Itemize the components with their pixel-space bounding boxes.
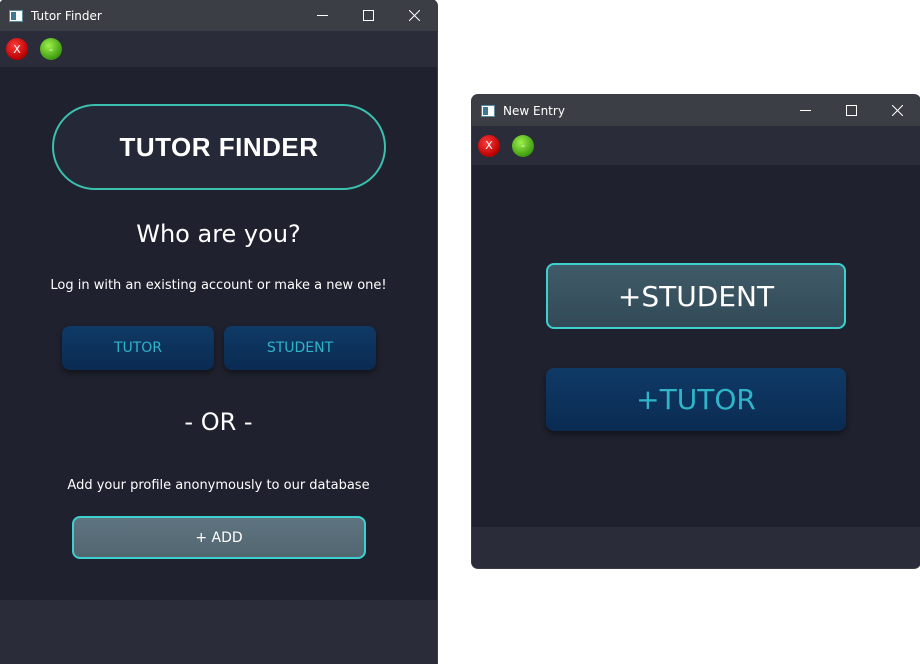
- add-profile-button[interactable]: + ADD: [72, 516, 366, 559]
- title-bar[interactable]: New Entry: [472, 95, 920, 126]
- student-login-button[interactable]: STUDENT: [224, 326, 376, 370]
- minimize-icon: [799, 110, 811, 111]
- tutor-login-button[interactable]: TUTOR: [62, 326, 214, 370]
- window-title: Tutor Finder: [31, 8, 102, 23]
- app-icon: [9, 9, 23, 22]
- close-button[interactable]: [874, 95, 920, 126]
- app-toolbar: X -: [0, 31, 437, 67]
- app-close-button[interactable]: X: [478, 134, 500, 157]
- anonymous-instruction: Add your profile anonymously to our data…: [67, 478, 370, 493]
- app-toolbar: X -: [472, 126, 920, 165]
- maximize-button[interactable]: [345, 0, 391, 31]
- app-close-button[interactable]: X: [6, 38, 28, 60]
- app-icon: [481, 104, 495, 117]
- minimize-button[interactable]: [782, 95, 828, 126]
- close-button[interactable]: [391, 0, 437, 31]
- app-minimize-button[interactable]: -: [40, 38, 62, 60]
- new-entry-window: New Entry X - +STUDENT +TUTOR: [472, 95, 920, 568]
- who-heading: Who are you?: [136, 220, 301, 248]
- maximize-icon: [845, 105, 857, 116]
- add-tutor-button[interactable]: +TUTOR: [546, 368, 846, 431]
- close-icon: [891, 105, 903, 116]
- minimize-button[interactable]: [299, 0, 345, 31]
- app-minimize-button[interactable]: -: [512, 134, 534, 157]
- tutor-finder-window: Tutor Finder X - TUTOR FINDER Who are yo…: [0, 0, 437, 664]
- entry-footer: [472, 527, 920, 568]
- or-divider: - OR -: [184, 408, 253, 436]
- main-footer: [0, 600, 437, 664]
- maximize-icon: [362, 10, 374, 21]
- app-logo: TUTOR FINDER: [52, 104, 386, 190]
- minimize-icon: [316, 15, 328, 16]
- window-title: New Entry: [503, 103, 565, 118]
- login-instruction: Log in with an existing account or make …: [50, 278, 387, 293]
- close-icon: [408, 10, 420, 21]
- add-student-button[interactable]: +STUDENT: [546, 263, 846, 329]
- title-bar[interactable]: Tutor Finder: [0, 0, 437, 31]
- maximize-button[interactable]: [828, 95, 874, 126]
